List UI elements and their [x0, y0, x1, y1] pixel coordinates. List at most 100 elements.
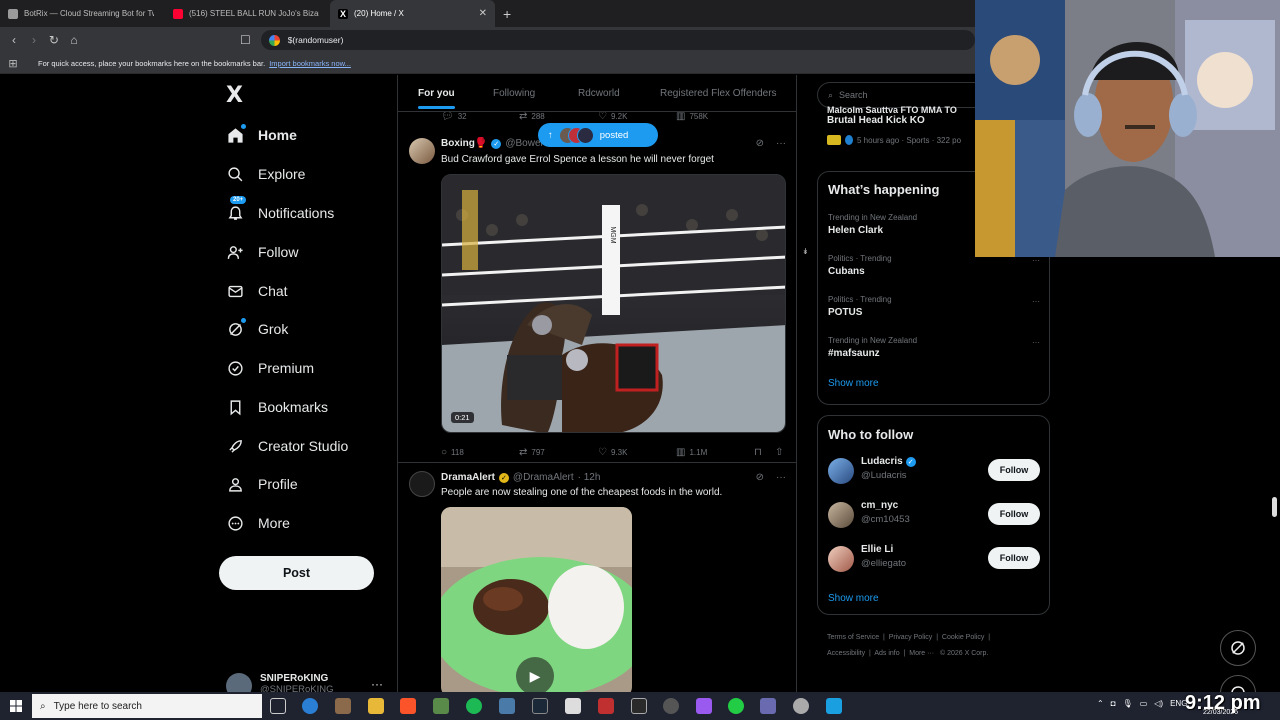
- nav-more[interactable]: More: [226, 511, 290, 535]
- bookmark-page-icon[interactable]: ☐: [240, 33, 251, 47]
- app-icon[interactable]: [793, 698, 809, 714]
- tweet[interactable]: Boxing🥊 ✓ @Bower ⊘ ··· Bud Crawford gave…: [398, 128, 796, 463]
- footer-link[interactable]: Ads info: [874, 650, 899, 657]
- browser-tab-x-home[interactable]: X (20) Home / X ✕: [330, 0, 495, 27]
- volume-icon[interactable]: ◁): [1154, 699, 1163, 708]
- nav-bookmarks[interactable]: Bookmarks: [226, 395, 328, 419]
- grok-tweet-icon[interactable]: ⊘: [756, 138, 764, 149]
- tray-app-icon[interactable]: ◘: [1111, 699, 1116, 708]
- views-button[interactable]: ▥ 1.1M: [676, 447, 707, 458]
- repost-button[interactable]: ⇄ 797: [519, 447, 545, 458]
- app-icon[interactable]: [565, 698, 581, 714]
- windows-start-button[interactable]: [0, 692, 32, 720]
- task-view-icon[interactable]: [270, 698, 286, 714]
- bookmark-tweet-icon[interactable]: ⊓: [754, 447, 762, 458]
- top-news-item[interactable]: Malcolm Sauttya FTO MMA TO Brutal Head K…: [827, 105, 977, 145]
- trend-item[interactable]: Politics · Trending POTUS ···: [828, 295, 1040, 318]
- x-logo-icon[interactable]: X: [226, 83, 243, 108]
- chevron-up-icon[interactable]: ⌃: [1097, 699, 1104, 708]
- follow-suggestion[interactable]: Ellie Li @elliegato Follow: [828, 544, 1040, 574]
- footer-link[interactable]: Terms of Service: [827, 634, 879, 641]
- tweet-author-name[interactable]: DramaAlert: [441, 472, 495, 483]
- home-button-icon[interactable]: ⌂: [64, 33, 84, 47]
- follow-button[interactable]: Follow: [988, 503, 1040, 525]
- tweet-more-icon[interactable]: ···: [776, 138, 786, 149]
- close-tab-icon[interactable]: ✕: [479, 8, 487, 19]
- nav-chat[interactable]: Chat: [226, 279, 288, 303]
- avatar[interactable]: [409, 471, 435, 497]
- account-switcher[interactable]: SNIPERoKING @SNIPERoKING ···: [226, 673, 383, 692]
- play-icon[interactable]: ▶: [516, 657, 554, 692]
- nav-grok[interactable]: Grok: [226, 317, 288, 341]
- app-icon[interactable]: [433, 698, 449, 714]
- avatar[interactable]: [828, 546, 854, 572]
- views-button[interactable]: ▥ 758K: [676, 111, 708, 122]
- like-button[interactable]: ♡ 9.2K: [598, 111, 627, 122]
- trend-item[interactable]: Trending in New Zealand #mafsaunz ···: [828, 336, 1040, 359]
- app-icon[interactable]: [696, 698, 712, 714]
- browser-tab-botrix[interactable]: BotRix — Cloud Streaming Bot for Tw: [0, 0, 165, 27]
- nav-notifications[interactable]: 20+ Notifications: [226, 196, 334, 225]
- file-explorer-icon[interactable]: [368, 698, 384, 714]
- show-more-follow-link[interactable]: Show more: [828, 593, 879, 604]
- trend-item[interactable]: Politics · Trending Cubans ···: [828, 254, 1040, 277]
- new-tab-icon[interactable]: +: [503, 6, 511, 22]
- microphone-icon[interactable]: 🎙︎: [1123, 699, 1133, 708]
- grok-tweet-icon[interactable]: ⊘: [756, 472, 764, 483]
- reload-icon[interactable]: ↻: [44, 33, 64, 47]
- app-icon[interactable]: [728, 698, 744, 714]
- follow-button[interactable]: Follow: [988, 547, 1040, 569]
- tab-rdcworld[interactable]: Rdcworld: [578, 88, 620, 99]
- avatar[interactable]: [828, 458, 854, 484]
- nav-premium[interactable]: Premium: [226, 356, 314, 380]
- new-posts-pill[interactable]: ↑ posted: [538, 123, 658, 147]
- tab-registered-flex-offenders[interactable]: Registered Flex Offenders: [660, 88, 777, 99]
- reply-button[interactable]: 💬︎ 32: [441, 111, 467, 122]
- avatar[interactable]: [409, 138, 435, 164]
- back-icon[interactable]: ‹: [4, 33, 24, 47]
- tab-for-you[interactable]: For you: [418, 88, 455, 109]
- network-icon[interactable]: ▭: [1140, 699, 1148, 708]
- grok-float-button[interactable]: [1220, 630, 1256, 666]
- obs-icon[interactable]: [663, 698, 679, 714]
- steam-icon[interactable]: [532, 698, 548, 714]
- app-icon[interactable]: [335, 698, 351, 714]
- nav-profile[interactable]: Profile: [226, 472, 298, 496]
- app-icon[interactable]: [598, 698, 614, 714]
- footer-link[interactable]: More ···: [909, 650, 934, 657]
- import-bookmarks-link[interactable]: Import bookmarks now...: [269, 59, 351, 68]
- scrollbar-thumb[interactable]: [1272, 497, 1277, 517]
- post-button[interactable]: Post: [219, 556, 374, 590]
- footer-link[interactable]: Cookie Policy: [942, 634, 984, 641]
- follow-suggestion[interactable]: Ludacris ✓ @Ludacris Follow: [828, 456, 1040, 486]
- tweet-video[interactable]: ▶: [441, 507, 632, 692]
- epic-games-icon[interactable]: [631, 698, 647, 714]
- spotify-icon[interactable]: [466, 698, 482, 714]
- tweet-more-icon[interactable]: ···: [776, 472, 786, 483]
- tweet-time[interactable]: · 12h: [578, 472, 601, 483]
- messages-float-button[interactable]: [1220, 675, 1256, 692]
- tweet-author-name[interactable]: Boxing🥊: [441, 138, 487, 149]
- footer-link[interactable]: Privacy Policy: [889, 634, 933, 641]
- edge-icon[interactable]: [302, 698, 318, 714]
- trend-more-icon[interactable]: ···: [1032, 297, 1040, 306]
- apps-grid-icon[interactable]: ⊞: [0, 57, 26, 70]
- tab-following[interactable]: Following: [493, 88, 535, 99]
- address-bar[interactable]: $(randomuser): [260, 30, 976, 50]
- app-icon[interactable]: [826, 698, 842, 714]
- app-icon[interactable]: [499, 698, 515, 714]
- brave-icon[interactable]: [400, 698, 416, 714]
- repost-button[interactable]: ⇄ 288: [519, 111, 545, 122]
- footer-link[interactable]: Accessibility: [827, 650, 865, 657]
- like-button[interactable]: ♡ 9.3K: [598, 447, 627, 458]
- nav-home[interactable]: Home: [226, 123, 297, 147]
- show-more-trends-link[interactable]: Show more: [828, 378, 879, 389]
- trend-more-icon[interactable]: ···: [1032, 256, 1040, 265]
- taskbar-date[interactable]: 22/03/2026: [1203, 709, 1238, 716]
- tweet-author-handle[interactable]: @DramaAlert: [513, 472, 574, 483]
- avatar[interactable]: [828, 502, 854, 528]
- taskbar-search-input[interactable]: ⌕ Type here to search: [32, 694, 262, 718]
- trend-more-icon[interactable]: ···: [1032, 338, 1040, 347]
- browser-tab-youtube[interactable]: (516) STEEL BALL RUN JoJo's Bizarre: [165, 0, 330, 27]
- share-icon[interactable]: ⇧: [775, 447, 783, 458]
